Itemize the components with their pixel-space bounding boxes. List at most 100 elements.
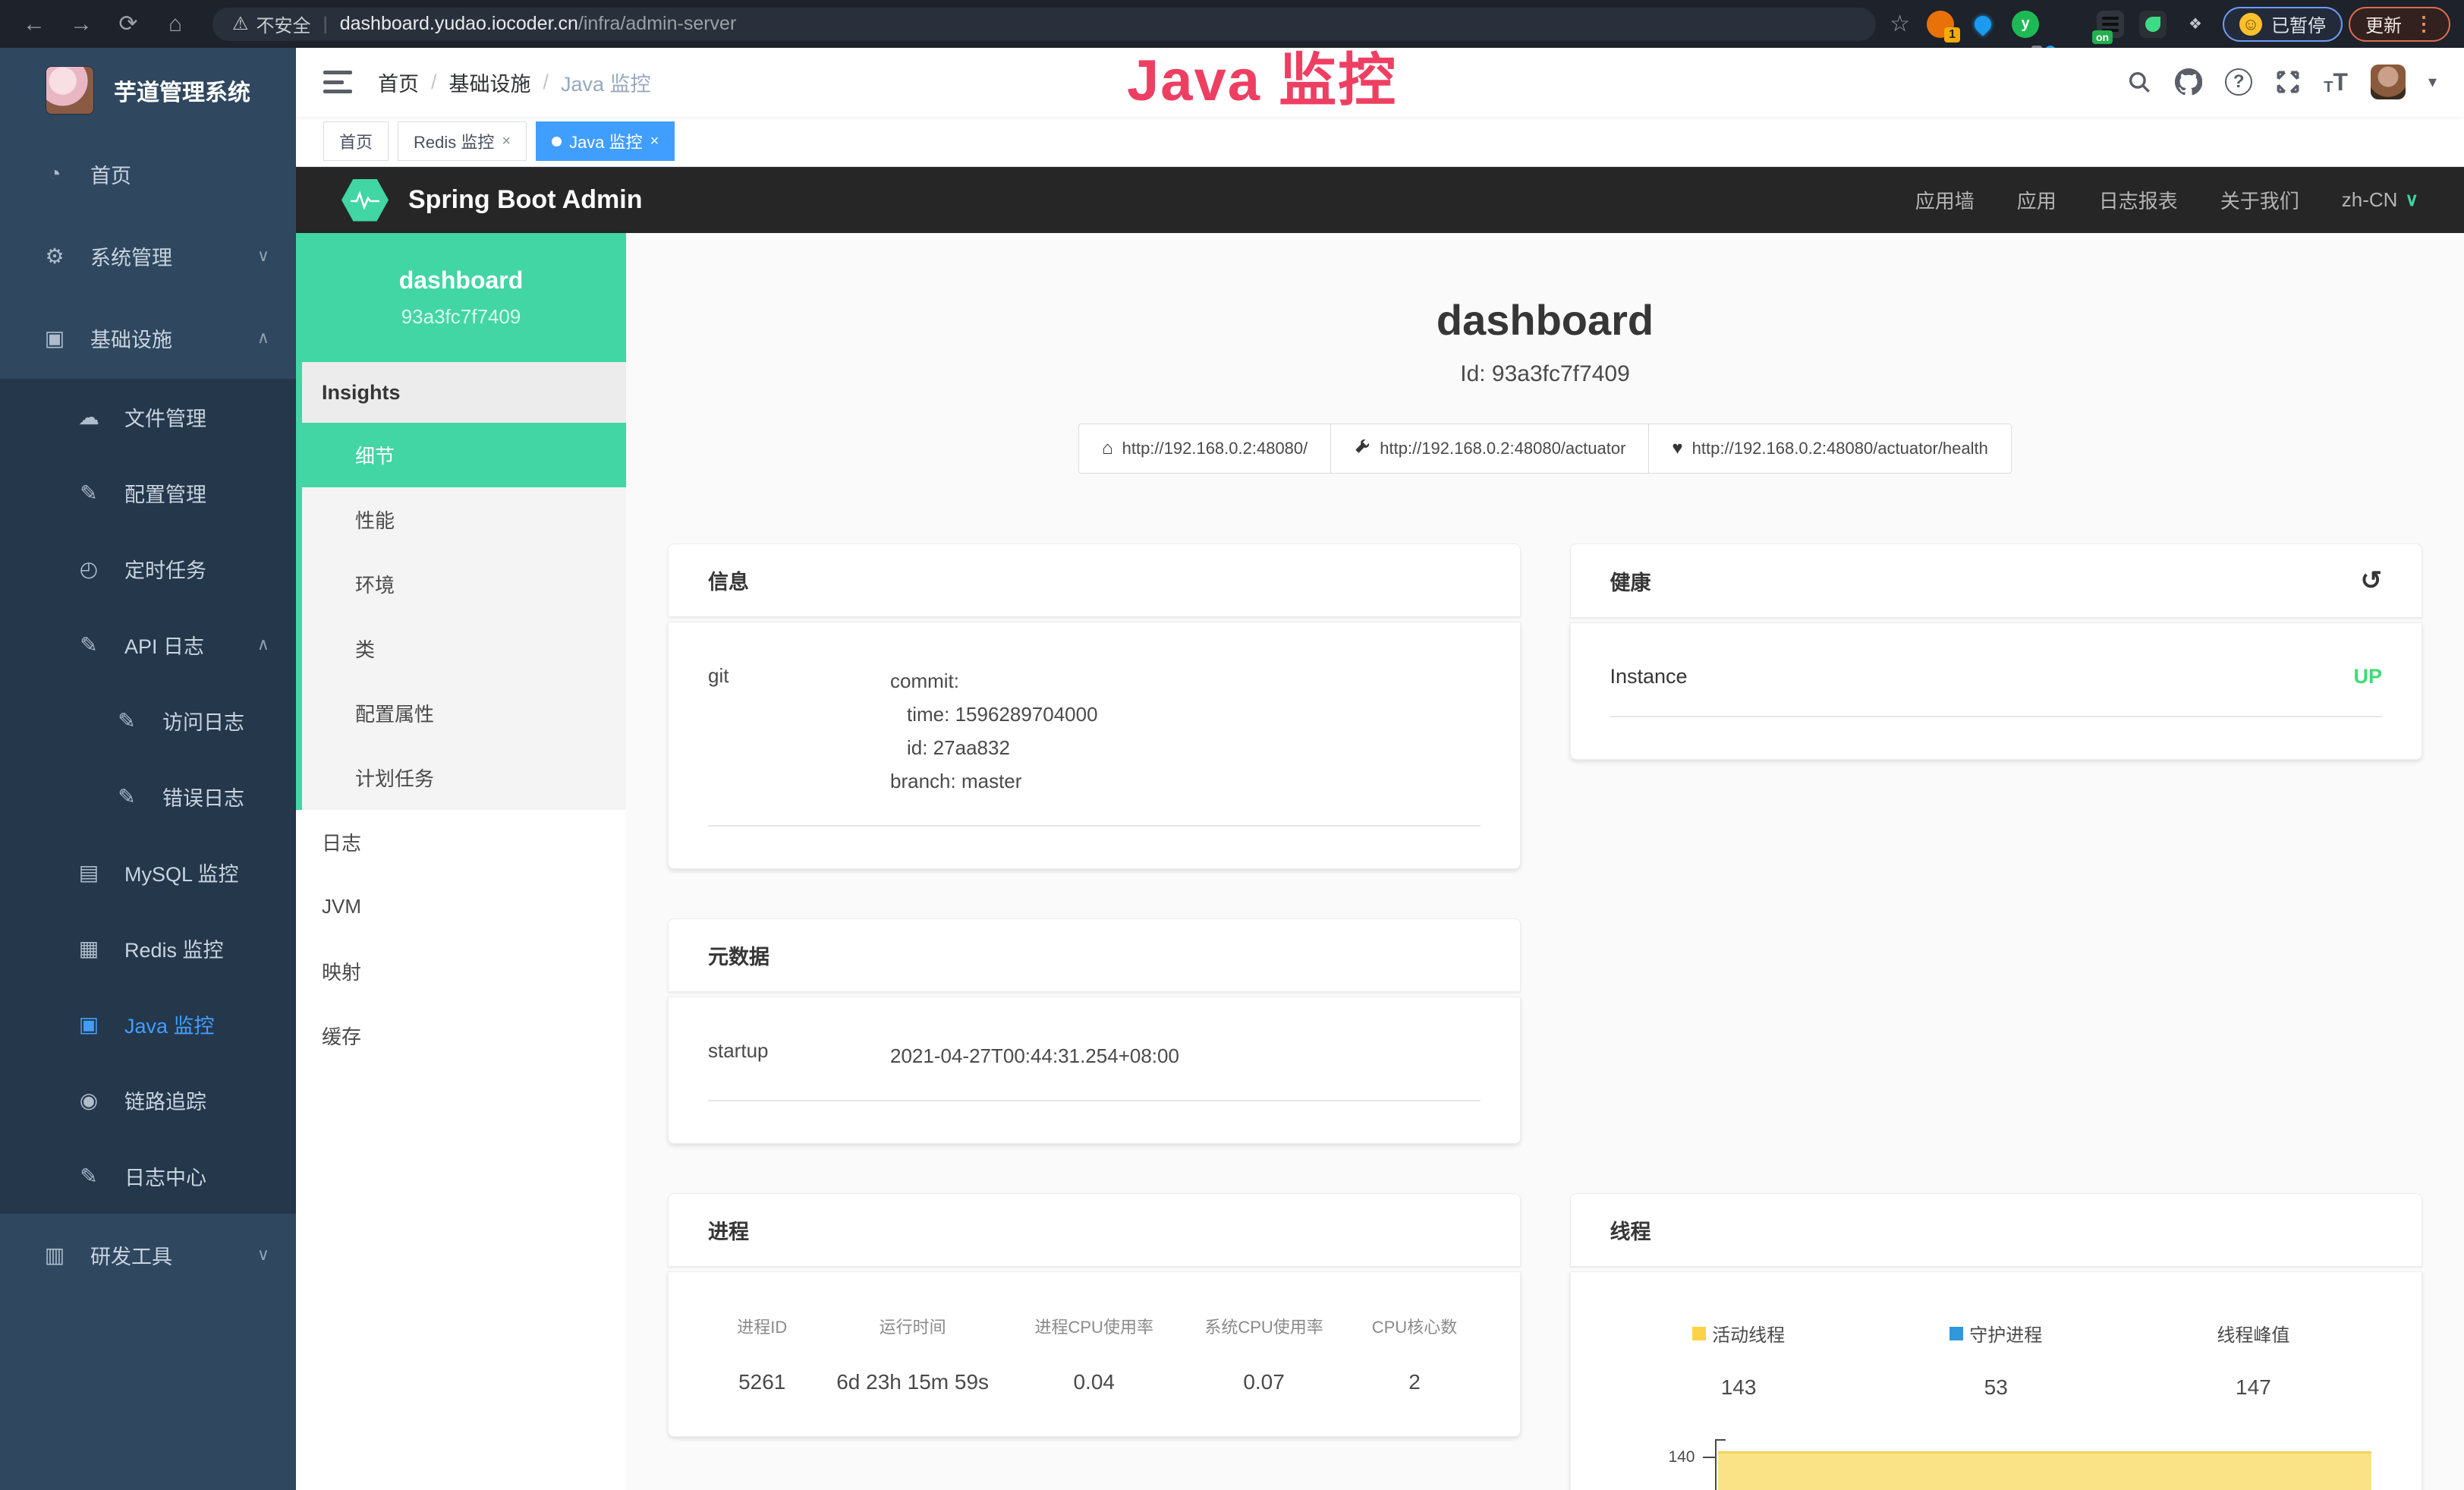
breadcrumb-home[interactable]: 首页 (378, 68, 419, 97)
sba-brand-title[interactable]: Spring Boot Admin (408, 185, 642, 215)
endpoint-actuator-link[interactable]: http://192.168.0.2:48080/actuator (1330, 424, 1649, 474)
sidebar-item-dev-tools[interactable]: ▥ 研发工具 ∨ (0, 1214, 296, 1296)
sba-nav: 应用墙 应用 日志报表 关于我们 zh-CN ∨ (1915, 186, 2418, 214)
sba-item-caches[interactable]: 缓存 (296, 1003, 626, 1068)
browser-back-icon[interactable]: ← (14, 6, 55, 43)
chevron-up-icon: ∧ (257, 635, 269, 654)
health-status-badge: UP (2353, 665, 2382, 688)
search-icon[interactable] (2126, 69, 2152, 95)
sba-item-details[interactable]: 细节 (302, 423, 626, 487)
extension-icon-green[interactable] (2139, 11, 2167, 38)
sba-nav-applications[interactable]: 应用 (2017, 186, 2056, 214)
extension-icon-onetab[interactable]: on (2097, 11, 2124, 38)
sba-nav-about[interactable]: 关于我们 (2220, 186, 2299, 214)
sba-locale-select[interactable]: zh-CN ∨ (2342, 188, 2418, 212)
extension-icon-y[interactable]: y (2012, 11, 2039, 38)
sidebar-menu: ◔ 首页 ⚙ 系统管理 ∨ ▣ 基础设施 ∧ ☁ 文件管理 ✎ 配置管 (0, 133, 296, 1296)
tag-home[interactable]: 首页 (323, 121, 389, 161)
history-icon[interactable]: ↺ (2361, 565, 2383, 596)
mysql-icon: ▤ (76, 860, 102, 885)
sba-nav-wallboard[interactable]: 应用墙 (1915, 186, 1975, 214)
extension-icon-pin[interactable] (1969, 11, 1997, 38)
browser-reload-icon[interactable]: ⟳ (108, 6, 149, 43)
process-cpu-value: 0.04 (1009, 1370, 1179, 1394)
system-cpu-value: 0.07 (1179, 1370, 1349, 1394)
extension-icon-orange[interactable]: 1 (1927, 11, 1954, 38)
process-id-value: 5261 (708, 1370, 816, 1394)
daemon-threads-value: 53 (1868, 1375, 2125, 1400)
profile-paused-chip[interactable]: ☺ 已暂停 (2223, 7, 2343, 42)
sba-item-classes[interactable]: 类 (302, 616, 626, 681)
github-icon[interactable] (2175, 68, 2202, 96)
sba-app-header[interactable]: dashboard 93a3fc7f7409 (296, 233, 626, 362)
chrome-update-button[interactable]: 更新 ⋮ (2349, 7, 2450, 42)
browser-forward-icon[interactable]: → (61, 6, 102, 43)
info-value: commit: time: 1596289704000 id: 27aa832 … (890, 664, 1481, 798)
endpoint-health-link[interactable]: ♥ http://192.168.0.2:48080/actuator/heal… (1648, 424, 2011, 474)
sba-item-metrics[interactable]: 性能 (302, 487, 626, 552)
sba-item-scheduled-tasks[interactable]: 计划任务 (302, 745, 626, 810)
address-bar[interactable]: ⚠ 不安全 | dashboard.yudao.iocoder.cn /infr… (212, 8, 1876, 41)
tag-redis-monitor[interactable]: Redis 监控 × (398, 121, 527, 161)
sba-sidebar: dashboard 93a3fc7f7409 Insights 细节 性能 环境… (296, 233, 626, 1490)
caret-down-icon[interactable]: ▾ (2428, 72, 2437, 92)
font-size-icon[interactable]: TT (2324, 68, 2348, 96)
sba-item-environment[interactable]: 环境 (302, 552, 626, 616)
dashboard-icon: ◔ (42, 162, 68, 186)
fullscreen-icon[interactable] (2275, 69, 2301, 95)
sidebar-item-api-log[interactable]: ✎ API 日志 ∧ (0, 606, 296, 682)
sidebar-item-file-manage[interactable]: ☁ 文件管理 (0, 379, 296, 455)
close-icon[interactable]: × (502, 133, 511, 150)
breadcrumb-current: Java 监控 (561, 68, 651, 97)
sidebar-item-scheduled-jobs[interactable]: ◴ 定时任务 (0, 531, 296, 606)
sidebar-item-system[interactable]: ⚙ 系统管理 ∨ (0, 215, 296, 297)
info-key: git (708, 664, 890, 798)
sidebar-item-infra[interactable]: ▣ 基础设施 ∧ (0, 297, 296, 379)
sba-item-config-props[interactable]: 配置属性 (302, 681, 626, 745)
chevron-down-icon: ∨ (257, 1245, 269, 1265)
sidebar-item-access-log[interactable]: ✎ 访问日志 (0, 682, 296, 758)
sidebar-item-config-manage[interactable]: ✎ 配置管理 (0, 455, 296, 531)
health-card-title: 健康 (1610, 566, 1651, 596)
metadata-card: 元数据 startup 2021-04-27T00:44:31.254+08:0… (668, 918, 1521, 1144)
sba-item-jvm[interactable]: JVM (296, 874, 626, 939)
sba-app-name: dashboard (399, 266, 524, 295)
tag-java-monitor[interactable]: Java 监控 × (536, 121, 675, 161)
sidebar-item-log-center[interactable]: ✎ 日志中心 (0, 1138, 296, 1214)
cpu-cores-value: 2 (1349, 1370, 1481, 1394)
chevron-down-icon: ∨ (2405, 189, 2418, 211)
sidebar-item-trace[interactable]: ◉ 链路追踪 (0, 1062, 296, 1138)
sba-nav-journal[interactable]: 日志报表 (2099, 186, 2178, 214)
sidebar-item-redis-monitor[interactable]: ▦ Redis 监控 (0, 910, 296, 986)
sidebar-item-home[interactable]: ◔ 首页 (0, 133, 296, 215)
sidebar-item-mysql-monitor[interactable]: ▤ MySQL 监控 (0, 834, 296, 910)
info-card-title: 信息 (708, 565, 749, 595)
legend-swatch-live (1692, 1327, 1706, 1340)
bookmark-star-icon[interactable]: ☆ (1890, 11, 1910, 37)
browser-home-icon[interactable]: ⌂ (155, 6, 196, 43)
help-icon[interactable]: ? (2225, 68, 2252, 96)
sba-content: dashboard Id: 93a3fc7f7409 ⌂ http://192.… (626, 233, 2464, 1490)
endpoint-root-link[interactable]: ⌂ http://192.168.0.2:48080/ (1078, 424, 1331, 474)
peak-threads-value: 147 (2125, 1375, 2382, 1400)
monitor-icon: ▣ (42, 326, 68, 351)
active-dot (552, 137, 562, 146)
sba-item-mappings[interactable]: 映射 (296, 939, 626, 1003)
breadcrumb-infra[interactable]: 基础设施 (449, 68, 531, 97)
extensions-puzzle-icon[interactable]: ❖ (2182, 11, 2209, 38)
app-title: 芋道管理系统 (114, 74, 250, 107)
browser-menu-kebab-icon[interactable]: ⋮ (2414, 12, 2434, 36)
sba-item-logs[interactable]: 日志 (296, 810, 626, 874)
hamburger-icon[interactable] (323, 71, 352, 93)
url-divider: | (323, 14, 328, 35)
sidebar-item-error-log[interactable]: ✎ 错误日志 (0, 758, 296, 834)
emoji-avatar-icon: ☺ (2239, 13, 2262, 36)
breadcrumb: 首页 / 基础设施 / Java 监控 (378, 68, 651, 97)
chevron-down-icon: ∨ (257, 246, 269, 266)
chart-plot-area (1715, 1439, 2372, 1490)
user-avatar[interactable] (2371, 65, 2406, 99)
toolbox-icon: ▥ (42, 1243, 68, 1268)
close-icon[interactable]: × (650, 133, 659, 150)
sidebar-item-java-monitor[interactable]: ▣ Java 监控 (0, 986, 296, 1062)
cloud-upload-icon: ☁ (76, 405, 102, 430)
